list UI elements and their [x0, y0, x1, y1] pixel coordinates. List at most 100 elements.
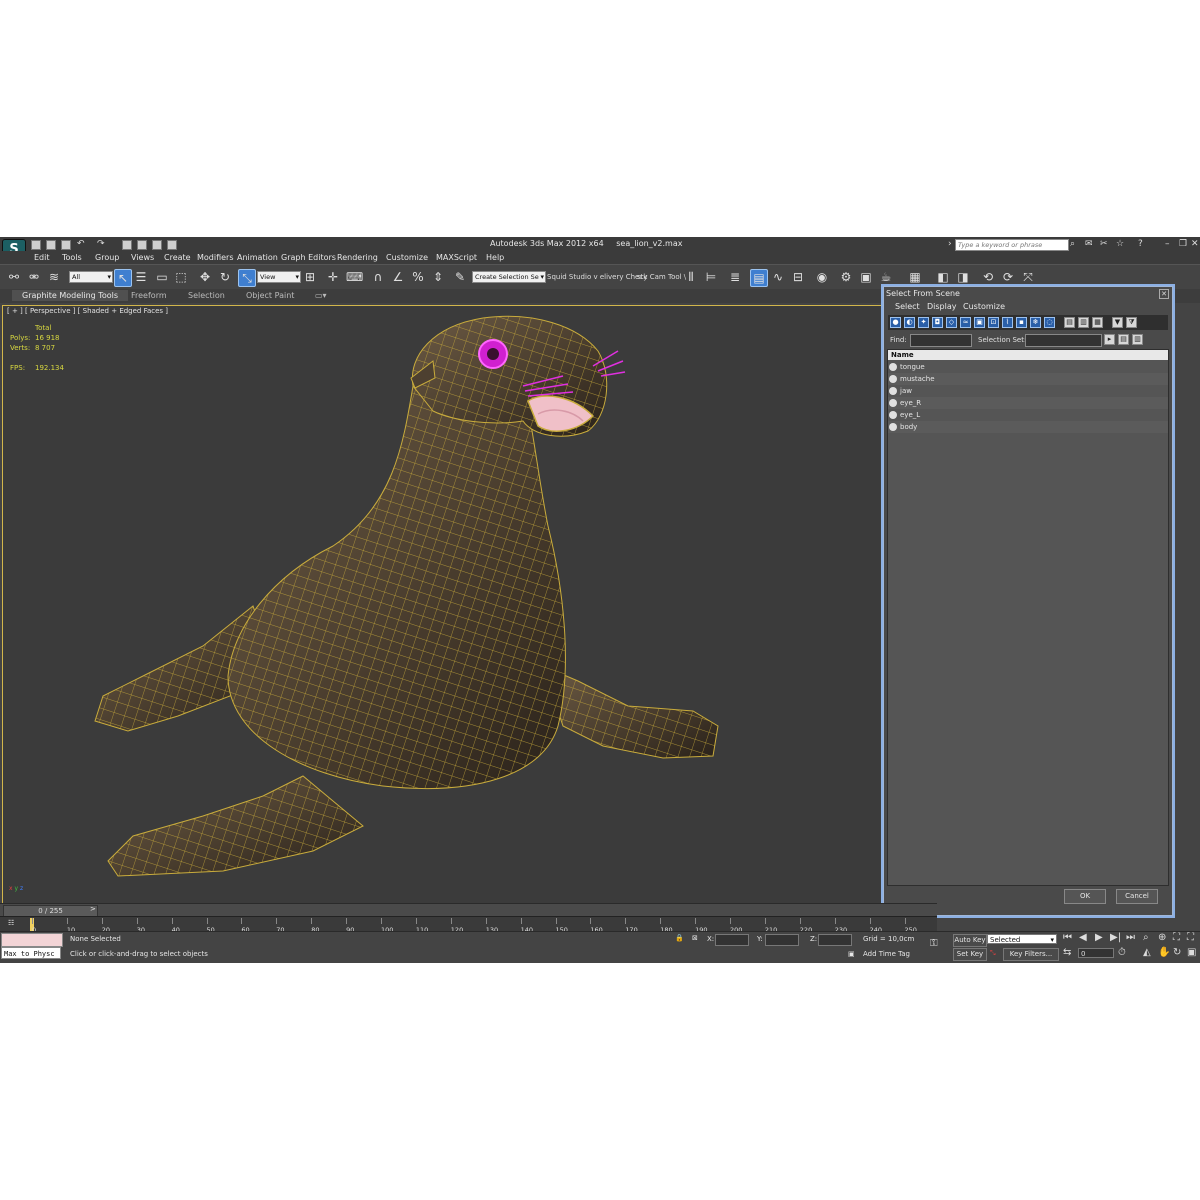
display-none-icon[interactable]: ▥	[1078, 317, 1089, 328]
percent-snap-icon[interactable]: %	[410, 269, 426, 285]
display-spacewarps-icon[interactable]: ≈	[960, 317, 971, 328]
tools-icon[interactable]: ✂	[1100, 239, 1108, 249]
list-item-body[interactable]: body	[888, 421, 1168, 433]
chevron-right-icon[interactable]: ›	[948, 239, 952, 249]
graphite-toggle-icon[interactable]: ▤	[750, 269, 768, 287]
display-helpers-icon[interactable]: ◇	[946, 317, 957, 328]
next-frame-icon[interactable]: ▶|	[1110, 932, 1121, 943]
dialog-menu-customize[interactable]: Customize	[963, 302, 1005, 311]
key-filters-button[interactable]: Key Filters...	[1003, 948, 1059, 961]
auto-key-button[interactable]: Auto Key	[953, 934, 987, 947]
menu-group[interactable]: Group	[95, 253, 119, 262]
material-editor-icon[interactable]: ◉	[814, 269, 830, 285]
mirror-icon[interactable]: ⫴	[683, 269, 699, 285]
undo-icon[interactable]: ↶	[77, 239, 85, 249]
perspective-viewport[interactable]: [ + ] [ Perspective ] [ Shaded + Edged F…	[2, 305, 941, 907]
selection-set-edit-icon[interactable]: ▤	[1118, 334, 1129, 345]
z-coordinate-field[interactable]	[818, 934, 852, 946]
angle-snap-icon[interactable]: ∠	[390, 269, 406, 285]
lock-selection-icon[interactable]: 🔒	[675, 934, 684, 942]
track-bar[interactable]: ☷ 0 10 20 30 40 50 60 70 80 90 100 110 120 130 140 150 1…	[0, 916, 937, 934]
selection-set-remove-icon[interactable]: ▥	[1132, 334, 1143, 345]
tab-selection[interactable]: Selection	[188, 291, 225, 300]
schematic-view-icon[interactable]: ⊟	[790, 269, 806, 285]
script-tool-2-icon[interactable]: ◨	[955, 269, 971, 285]
viewport-layout-icon[interactable]	[152, 240, 162, 250]
list-column-name[interactable]: Name	[888, 350, 1168, 360]
time-configuration-icon[interactable]: ⏱	[1118, 947, 1126, 958]
align-icon[interactable]: ⊨	[703, 269, 719, 285]
menu-tools[interactable]: Tools	[62, 253, 82, 262]
zoom-icon[interactable]: ⌕	[1143, 932, 1149, 943]
tab-freeform[interactable]: Freeform	[131, 291, 167, 300]
select-by-name-icon[interactable]: ☰	[133, 269, 149, 285]
keyboard-shortcut-icon[interactable]: ⌨	[346, 269, 363, 285]
selection-filter-dropdown[interactable]: All	[69, 271, 113, 283]
selection-set-dropdown[interactable]	[1025, 334, 1102, 347]
menu-maxscript[interactable]: MAXScript	[436, 253, 477, 262]
y-coordinate-field[interactable]	[765, 934, 799, 946]
go-to-start-icon[interactable]: ⏮	[1063, 932, 1072, 943]
communication-icon[interactable]: ✉	[1085, 239, 1093, 249]
reference-coordinate-dropdown[interactable]: View	[257, 271, 301, 283]
time-tag-icon[interactable]: ▣	[848, 950, 855, 958]
menu-edit[interactable]: Edit	[34, 253, 50, 262]
select-manipulate-icon[interactable]: ✛	[325, 269, 341, 285]
track-bar-toggle-icon[interactable]: ☷	[8, 919, 14, 927]
maximize-viewport-icon[interactable]: ▣	[1187, 947, 1196, 958]
pivot-center-icon[interactable]: ⊞	[302, 269, 318, 285]
layer-manager-icon[interactable]: ≣	[727, 269, 743, 285]
set-key-icon[interactable]: ⤡	[990, 949, 996, 958]
zoom-extents-icon[interactable]: ⛶	[1173, 932, 1180, 943]
filter-options-icon[interactable]: ⧩	[1126, 317, 1137, 328]
menu-help[interactable]: Help	[486, 253, 504, 262]
render-setup-icon[interactable]: ⚙	[838, 269, 854, 285]
rectangular-region-icon[interactable]: ▭	[154, 269, 170, 285]
menu-customize[interactable]: Customize	[386, 253, 428, 262]
menu-graph-editors[interactable]: Graph Editors	[281, 253, 336, 262]
dialog-close-icon[interactable]: ✕	[1159, 289, 1169, 299]
rotate-icon[interactable]: ↻	[217, 269, 233, 285]
maxscript-mini-listener[interactable]: Max to Physc	[1, 947, 61, 959]
time-slider-next-icon[interactable]: >	[90, 905, 96, 913]
unlink-icon[interactable]: ⚮	[26, 269, 42, 285]
cancel-button[interactable]: Cancel	[1116, 889, 1158, 904]
play-icon[interactable]: ▶	[1095, 932, 1103, 943]
add-time-tag-button[interactable]: Add Time Tag	[863, 950, 910, 958]
display-hidden-icon[interactable]: ◌	[1044, 317, 1055, 328]
zoom-extents-all-icon[interactable]: ⛶	[1187, 932, 1194, 943]
find-input[interactable]	[910, 334, 972, 347]
field-of-view-icon[interactable]: ◭	[1143, 947, 1151, 958]
dialog-menu-display[interactable]: Display	[927, 302, 957, 311]
display-xrefs-icon[interactable]: ⊡	[988, 317, 999, 328]
display-groups-icon[interactable]: ▣	[974, 317, 985, 328]
move-icon[interactable]: ✥	[197, 269, 213, 285]
close-icon[interactable]: ✕	[1191, 239, 1199, 249]
display-containers-icon[interactable]: ▪	[1016, 317, 1027, 328]
x-coordinate-field[interactable]	[715, 934, 749, 946]
scale-icon[interactable]: ⤡	[238, 269, 256, 287]
edit-named-selection-icon[interactable]: ✎	[452, 269, 468, 285]
menu-create[interactable]: Create	[164, 253, 191, 262]
menu-animation[interactable]: Animation	[237, 253, 278, 262]
key-mode-dropdown[interactable]: Selected	[987, 934, 1057, 945]
tab-object-paint[interactable]: Object Paint	[246, 291, 294, 300]
display-geometry-icon[interactable]: ●	[890, 317, 901, 328]
list-item-eye-l[interactable]: eye_L	[888, 409, 1168, 421]
binoculars-icon[interactable]: ⌕	[1070, 239, 1075, 249]
help-icon[interactable]: ?	[1138, 239, 1143, 249]
squid-studio-label[interactable]: Squid Studio v elivery Check	[547, 273, 647, 281]
rendered-frame-icon[interactable]: ▣	[858, 269, 874, 285]
display-cameras-icon[interactable]: ◘	[932, 317, 943, 328]
filter-icon[interactable]: ▼	[1112, 317, 1123, 328]
absolute-mode-icon[interactable]: ⊠	[692, 934, 698, 942]
orbit-icon[interactable]: ↻	[1173, 947, 1181, 958]
tab-graphite-modeling-tools[interactable]: Graphite Modeling Tools	[12, 290, 129, 301]
help-search-input[interactable]: Type a keyword or phrase	[955, 239, 1069, 251]
set-key-button[interactable]: Set Key	[953, 948, 987, 961]
display-shapes-icon[interactable]: ◐	[904, 317, 915, 328]
link-icon[interactable]: ⚯	[6, 269, 22, 285]
list-item-mustache[interactable]: mustache	[888, 373, 1168, 385]
restore-icon[interactable]: ❐	[1179, 239, 1187, 249]
menu-views[interactable]: Views	[131, 253, 154, 262]
